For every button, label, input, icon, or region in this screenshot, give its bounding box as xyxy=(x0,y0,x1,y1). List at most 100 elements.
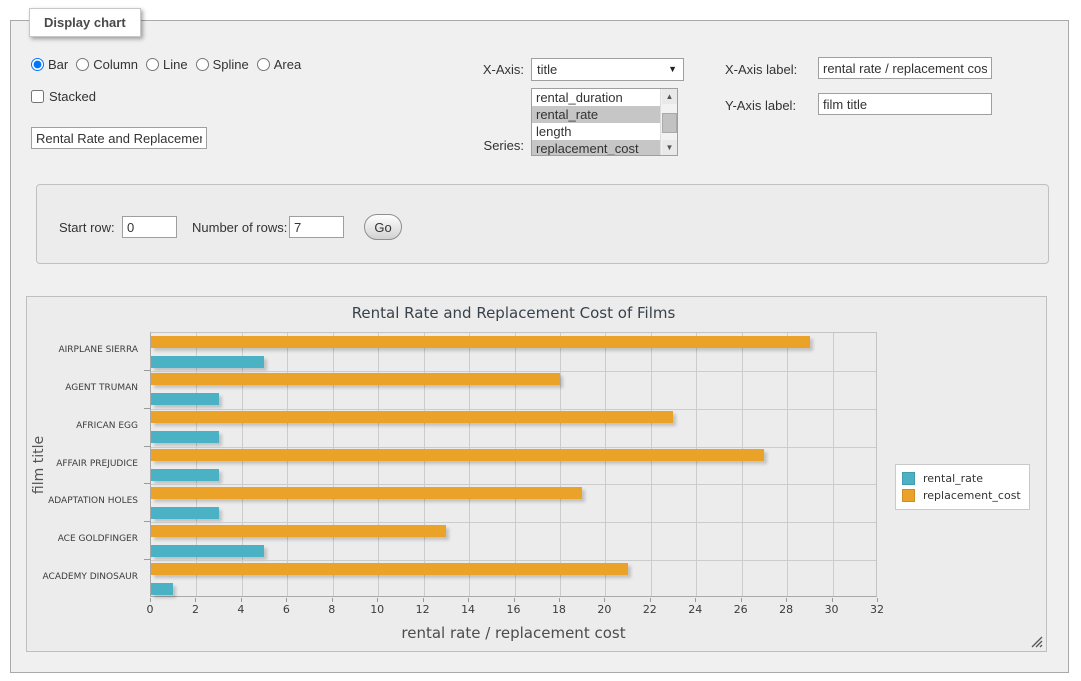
chart-container: Rental Rate and Replacement Cost of Film… xyxy=(26,296,1047,652)
chart-type-label-spline: Spline xyxy=(213,57,249,72)
gridline xyxy=(605,333,606,596)
gridline xyxy=(151,560,876,561)
stacked-checkbox[interactable] xyxy=(31,90,44,103)
legend-label: replacement_cost xyxy=(923,489,1021,502)
x-tick xyxy=(786,598,787,602)
category-label: AFFAIR PREJUDICE xyxy=(27,459,138,469)
scroll-up-icon[interactable]: ▲ xyxy=(662,89,677,104)
series-listbox[interactable]: rental_durationrental_ratelengthreplacem… xyxy=(531,88,678,156)
chart-type-radio-line[interactable] xyxy=(146,58,159,71)
bar-rental_rate xyxy=(151,469,219,481)
y-tick xyxy=(144,483,150,484)
bar-rental_rate xyxy=(151,545,264,557)
gridline xyxy=(560,333,561,596)
x-tick xyxy=(514,598,515,602)
x-tick xyxy=(468,598,469,602)
bar-rental_rate xyxy=(151,431,219,443)
x-tick-label: 26 xyxy=(723,603,759,616)
legend-item: replacement_cost xyxy=(902,487,1021,504)
x-tick-label: 12 xyxy=(405,603,441,616)
bar-replacement_cost xyxy=(151,563,628,575)
x-tick-label: 22 xyxy=(632,603,668,616)
x-axis-select[interactable]: title ▼ xyxy=(531,58,684,81)
start-row-input[interactable] xyxy=(122,216,177,238)
x-tick-label: 30 xyxy=(814,603,850,616)
x-tick-label: 4 xyxy=(223,603,259,616)
y-tick xyxy=(144,559,150,560)
x-tick xyxy=(741,598,742,602)
stacked-label: Stacked xyxy=(49,89,96,104)
series-option-rental_duration[interactable]: rental_duration xyxy=(532,89,660,106)
x-tick xyxy=(377,598,378,602)
gridline xyxy=(833,333,834,596)
x-tick xyxy=(150,598,151,602)
chart-legend: rental_rate replacement_cost xyxy=(895,464,1030,510)
category-label: AIRPLANE SIERRA xyxy=(27,345,138,355)
x-tick xyxy=(423,598,424,602)
category-label: ACE GOLDFINGER xyxy=(27,534,138,544)
chart-type-radio-group: BarColumnLineSplineArea xyxy=(31,57,309,72)
resize-handle-icon[interactable] xyxy=(1031,636,1043,648)
display-chart-fieldset: Display chart BarColumnLineSplineArea St… xyxy=(10,20,1069,673)
y-tick xyxy=(144,370,150,371)
bar-rental_rate xyxy=(151,356,264,368)
series-listbox-label: Series: xyxy=(391,138,524,153)
x-tick-label: 24 xyxy=(677,603,713,616)
series-option-length[interactable]: length xyxy=(532,123,660,140)
x-tick-label: 20 xyxy=(586,603,622,616)
chart-title: Rental Rate and Replacement Cost of Film… xyxy=(150,304,877,322)
chevron-down-icon: ▼ xyxy=(668,64,677,74)
number-of-rows-label: Number of rows: xyxy=(192,220,287,235)
x-tick-label: 18 xyxy=(541,603,577,616)
chart-type-radio-area[interactable] xyxy=(257,58,270,71)
gridline xyxy=(151,522,876,523)
series-option-rental_rate[interactable]: rental_rate xyxy=(532,106,660,123)
y-tick xyxy=(144,408,150,409)
y-axis-label-input[interactable] xyxy=(818,93,992,115)
category-label: AFRICAN EGG xyxy=(27,421,138,431)
bar-replacement_cost xyxy=(151,336,810,348)
rows-panel: Start row: Number of rows: Go xyxy=(36,184,1049,264)
plot-area xyxy=(150,332,877,597)
x-tick xyxy=(650,598,651,602)
bar-replacement_cost xyxy=(151,487,582,499)
x-axis-selected-value: title xyxy=(537,62,557,77)
series-option-replacement_cost[interactable]: replacement_cost xyxy=(532,140,660,156)
x-tick xyxy=(286,598,287,602)
chart-title-input[interactable] xyxy=(31,127,207,149)
gridline xyxy=(787,333,788,596)
chart-type-label-bar: Bar xyxy=(48,57,68,72)
bar-rental_rate xyxy=(151,393,219,405)
scrollbar-thumb[interactable] xyxy=(662,113,677,133)
gridline xyxy=(151,409,876,410)
x-tick xyxy=(832,598,833,602)
start-row-label: Start row: xyxy=(59,220,115,235)
x-tick xyxy=(695,598,696,602)
gridline xyxy=(696,333,697,596)
bar-replacement_cost xyxy=(151,411,673,423)
x-tick xyxy=(559,598,560,602)
gridline xyxy=(151,371,876,372)
fieldset-legend: Display chart xyxy=(29,8,141,37)
chart-type-radio-column[interactable] xyxy=(76,58,89,71)
x-axis-title: rental rate / replacement cost xyxy=(150,624,877,642)
number-of-rows-input[interactable] xyxy=(289,216,344,238)
x-axis-label-input[interactable] xyxy=(818,57,992,79)
listbox-scrollbar[interactable]: ▲ ▼ xyxy=(660,89,677,155)
x-tick xyxy=(241,598,242,602)
go-button[interactable]: Go xyxy=(364,214,402,240)
legend-item: rental_rate xyxy=(902,470,1021,487)
scroll-down-icon[interactable]: ▼ xyxy=(662,140,677,155)
x-tick-label: 32 xyxy=(859,603,895,616)
gridline xyxy=(651,333,652,596)
chart-type-radio-spline[interactable] xyxy=(196,58,209,71)
x-tick-label: 2 xyxy=(177,603,213,616)
bar-rental_rate xyxy=(151,583,173,595)
gridline xyxy=(151,484,876,485)
legend-swatch-replacement_cost xyxy=(902,489,915,502)
chart-type-radio-bar[interactable] xyxy=(31,58,44,71)
gridline xyxy=(151,447,876,448)
category-label: ACADEMY DINOSAUR xyxy=(27,572,138,582)
x-tick xyxy=(877,598,878,602)
chart-type-label-line: Line xyxy=(163,57,188,72)
